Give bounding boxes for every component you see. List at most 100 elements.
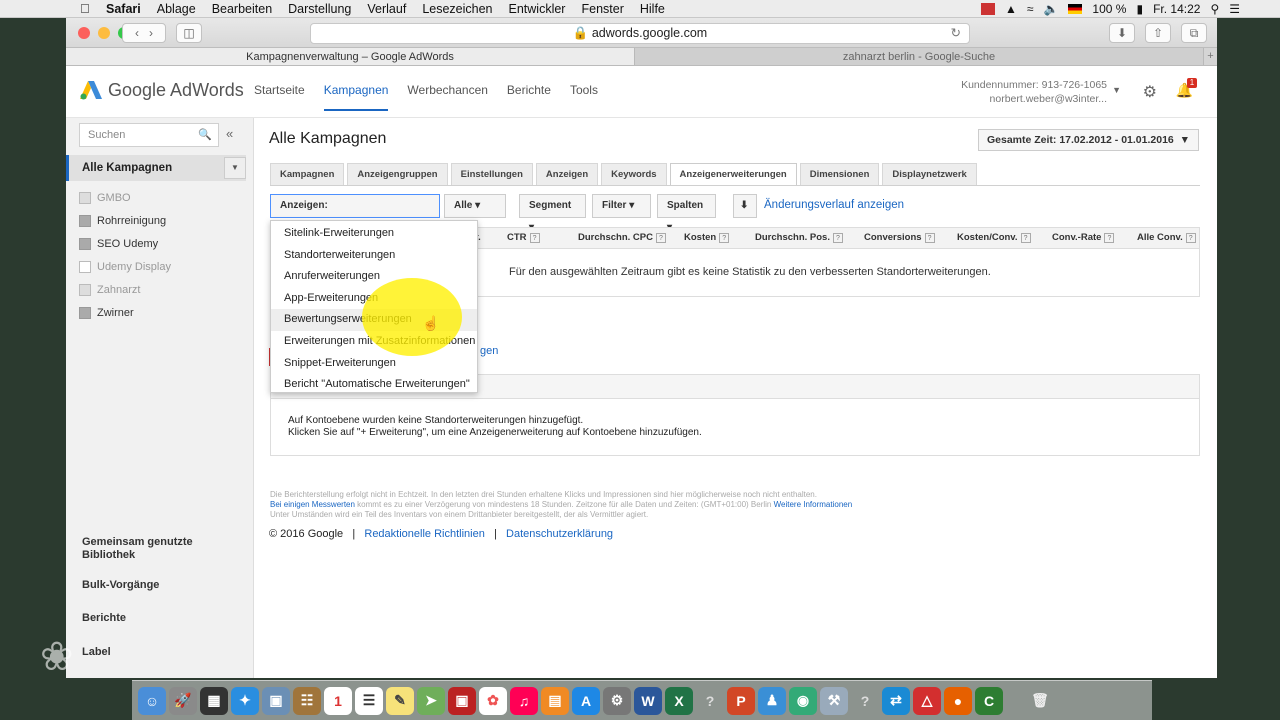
app-store-icon[interactable]: A [572, 686, 600, 715]
flag-de-icon[interactable] [1068, 4, 1083, 14]
menu-lesezeichen[interactable]: Lesezeichen [422, 2, 492, 16]
address-bar[interactable]: 🔒 adwords.google.com ↻ [310, 23, 970, 44]
adwords-logo[interactable]: Google AdWords [80, 79, 244, 101]
ibooks-icon[interactable]: ▤ [541, 686, 569, 715]
acrobat-icon[interactable]: △ [913, 686, 941, 715]
view-selector-button[interactable]: Anzeigen: Standorterweiterungen ▾ [270, 194, 440, 233]
preview-icon[interactable]: ▣ [262, 686, 290, 715]
reload-icon[interactable]: ↻ [951, 24, 961, 43]
tools-icon[interactable]: ⚒ [820, 686, 848, 715]
nav-tools[interactable]: Tools [570, 83, 598, 111]
tab-displaynetzwerk[interactable]: Displaynetzwerk [882, 163, 977, 185]
col-header[interactable]: Kosten/Conv.? [957, 232, 1031, 243]
status-icon[interactable] [980, 3, 995, 15]
teamviewer-icon[interactable]: ⇄ [882, 686, 910, 715]
nav-berichte[interactable]: Berichte [507, 83, 551, 111]
gear-icon[interactable]: ⚙ [1143, 82, 1157, 102]
segment-button[interactable]: Segment ▾ [519, 194, 586, 233]
all-filter-button[interactable]: Alle ▾ [444, 194, 506, 218]
col-header[interactable]: Alle Conv.? [1137, 232, 1196, 243]
col-header[interactable]: Conv.-Rate? [1052, 232, 1115, 243]
dropbox-icon[interactable]: ▲ [1005, 2, 1017, 16]
tab-einstellungen[interactable]: Einstellungen [450, 163, 533, 185]
menu-app[interactable]: Safari [106, 2, 141, 16]
volume-icon[interactable]: 🔈 [1043, 2, 1058, 16]
download-icon[interactable]: ⬇ [733, 194, 757, 218]
finder-icon[interactable]: ☺ [138, 686, 166, 715]
menu-item-call[interactable]: Anruferweiterungen [271, 266, 477, 288]
trash-icon[interactable]: 🗑 [1026, 687, 1054, 715]
calendar-icon[interactable]: 1 [324, 686, 352, 715]
notification-center-icon[interactable]: ☰ [1229, 2, 1240, 16]
sidebar-link-shared-library[interactable]: Gemeinsam genutzte Bibliothek [82, 536, 202, 562]
downloads-icon[interactable]: ⬇ [1109, 23, 1135, 43]
menu-fenster[interactable]: Fenster [581, 2, 623, 16]
menu-ablage[interactable]: Ablage [157, 2, 196, 16]
chevron-down-icon[interactable]: ▼ [224, 157, 246, 179]
col-header[interactable]: Kosten? [684, 232, 730, 243]
tab-google-search[interactable]: zahnarzt berlin - Google-Suche [634, 48, 1203, 65]
menu-darstellung[interactable]: Darstellung [288, 2, 351, 16]
safari-icon[interactable]: ✦ [231, 686, 259, 715]
system-preferences-icon[interactable]: ⚙ [603, 686, 631, 715]
battery-icon[interactable]: ▮ [1136, 2, 1143, 16]
new-tab-button[interactable]: + [1203, 48, 1217, 65]
word-icon[interactable]: W [634, 686, 662, 715]
campaign-item[interactable]: Zahnarzt [79, 284, 140, 296]
col-header[interactable]: Durchschn. Pos.? [755, 232, 843, 243]
sidebar-link-bulk[interactable]: Bulk-Vorgänge [82, 579, 159, 592]
nav-werbechancen[interactable]: Werbechancen [407, 83, 488, 111]
campaign-item[interactable]: Zwirner [79, 307, 134, 319]
photo-booth-icon[interactable]: ▣ [448, 686, 476, 715]
partial-link[interactable]: gen [480, 345, 498, 357]
some-metrics-link[interactable]: Bei einigen Messwerten [270, 500, 355, 509]
itunes-icon[interactable]: ♫ [510, 686, 538, 715]
wifi-icon[interactable]: ≈ [1027, 2, 1034, 16]
globe-icon[interactable]: ◉ [789, 686, 817, 715]
col-header[interactable]: CTR? [507, 232, 540, 243]
change-history-link[interactable]: Änderungsverlauf anzeigen [764, 199, 904, 211]
sidebar-link-reports[interactable]: Berichte [82, 612, 126, 625]
editorial-guidelines-link[interactable]: Redaktionelle Richtlinien [364, 528, 484, 540]
nav-startseite[interactable]: Startseite [254, 83, 305, 111]
clock[interactable]: Fr. 14:22 [1153, 2, 1200, 16]
team-icon[interactable]: ♟ [758, 686, 786, 715]
chevron-down-icon[interactable]: ▼ [1112, 85, 1121, 95]
tab-kampagnen[interactable]: Kampagnen [270, 163, 345, 185]
mission-control-icon[interactable]: ▦ [200, 686, 228, 715]
campaign-item[interactable]: Udemy Display [79, 261, 171, 273]
maps-icon[interactable]: ➤ [417, 686, 445, 715]
reminders-icon[interactable]: ☰ [355, 686, 383, 715]
campaign-item[interactable]: Rohrreinigung [79, 215, 166, 227]
unknown-app-icon[interactable]: ? [696, 687, 724, 715]
contacts-icon[interactable]: ☷ [293, 686, 321, 715]
menu-verlauf[interactable]: Verlauf [367, 2, 406, 16]
share-icon[interactable]: ⇧ [1145, 23, 1171, 43]
tab-anzeigengruppen[interactable]: Anzeigengruppen [347, 163, 448, 185]
tab-adwords[interactable]: Kampagnenverwaltung – Google AdWords [66, 48, 634, 65]
back-forward-buttons[interactable]: ‹ › [122, 23, 166, 43]
menu-item-sitelink[interactable]: Sitelink-Erweiterungen [271, 223, 477, 245]
minimize-window-button[interactable] [98, 27, 110, 39]
tab-anzeigenerweiterungen[interactable]: Anzeigenerweiterungen [669, 163, 797, 186]
sidebar-toggle-button[interactable]: ◫ [176, 23, 202, 43]
camtasia-icon[interactable]: C [975, 686, 1003, 715]
more-info-link[interactable]: Weitere Informationen [774, 500, 853, 509]
menu-item-location[interactable]: Standorterweiterungen [271, 245, 477, 267]
menu-bearbeiten[interactable]: Bearbeiten [212, 2, 272, 16]
powerpoint-icon[interactable]: P [727, 686, 755, 715]
campaign-item[interactable]: SEO Udemy [79, 238, 158, 250]
campaign-item[interactable]: GMBO [79, 192, 131, 204]
privacy-link[interactable]: Datenschutzerklärung [506, 528, 613, 540]
sidebar-link-labels[interactable]: Label [82, 646, 111, 659]
date-range-selector[interactable]: Gesamte Zeit: 17.02.2012 - 01.01.2016 ▼ [977, 129, 1199, 151]
close-window-button[interactable] [78, 27, 90, 39]
col-header[interactable]: Conversions? [864, 232, 935, 243]
tab-keywords[interactable]: Keywords [601, 163, 667, 185]
filter-button[interactable]: Filter ▾ [592, 194, 651, 218]
menu-item-snippet[interactable]: Snippet-Erweiterungen [271, 353, 477, 375]
tabs-overview-icon[interactable]: ⧉ [1181, 23, 1207, 43]
columns-button[interactable]: Spalten ▾ [657, 194, 716, 233]
sidebar-item-all-campaigns[interactable]: Alle Kampagnen ▼ [66, 155, 246, 181]
excel-icon[interactable]: X [665, 686, 693, 715]
